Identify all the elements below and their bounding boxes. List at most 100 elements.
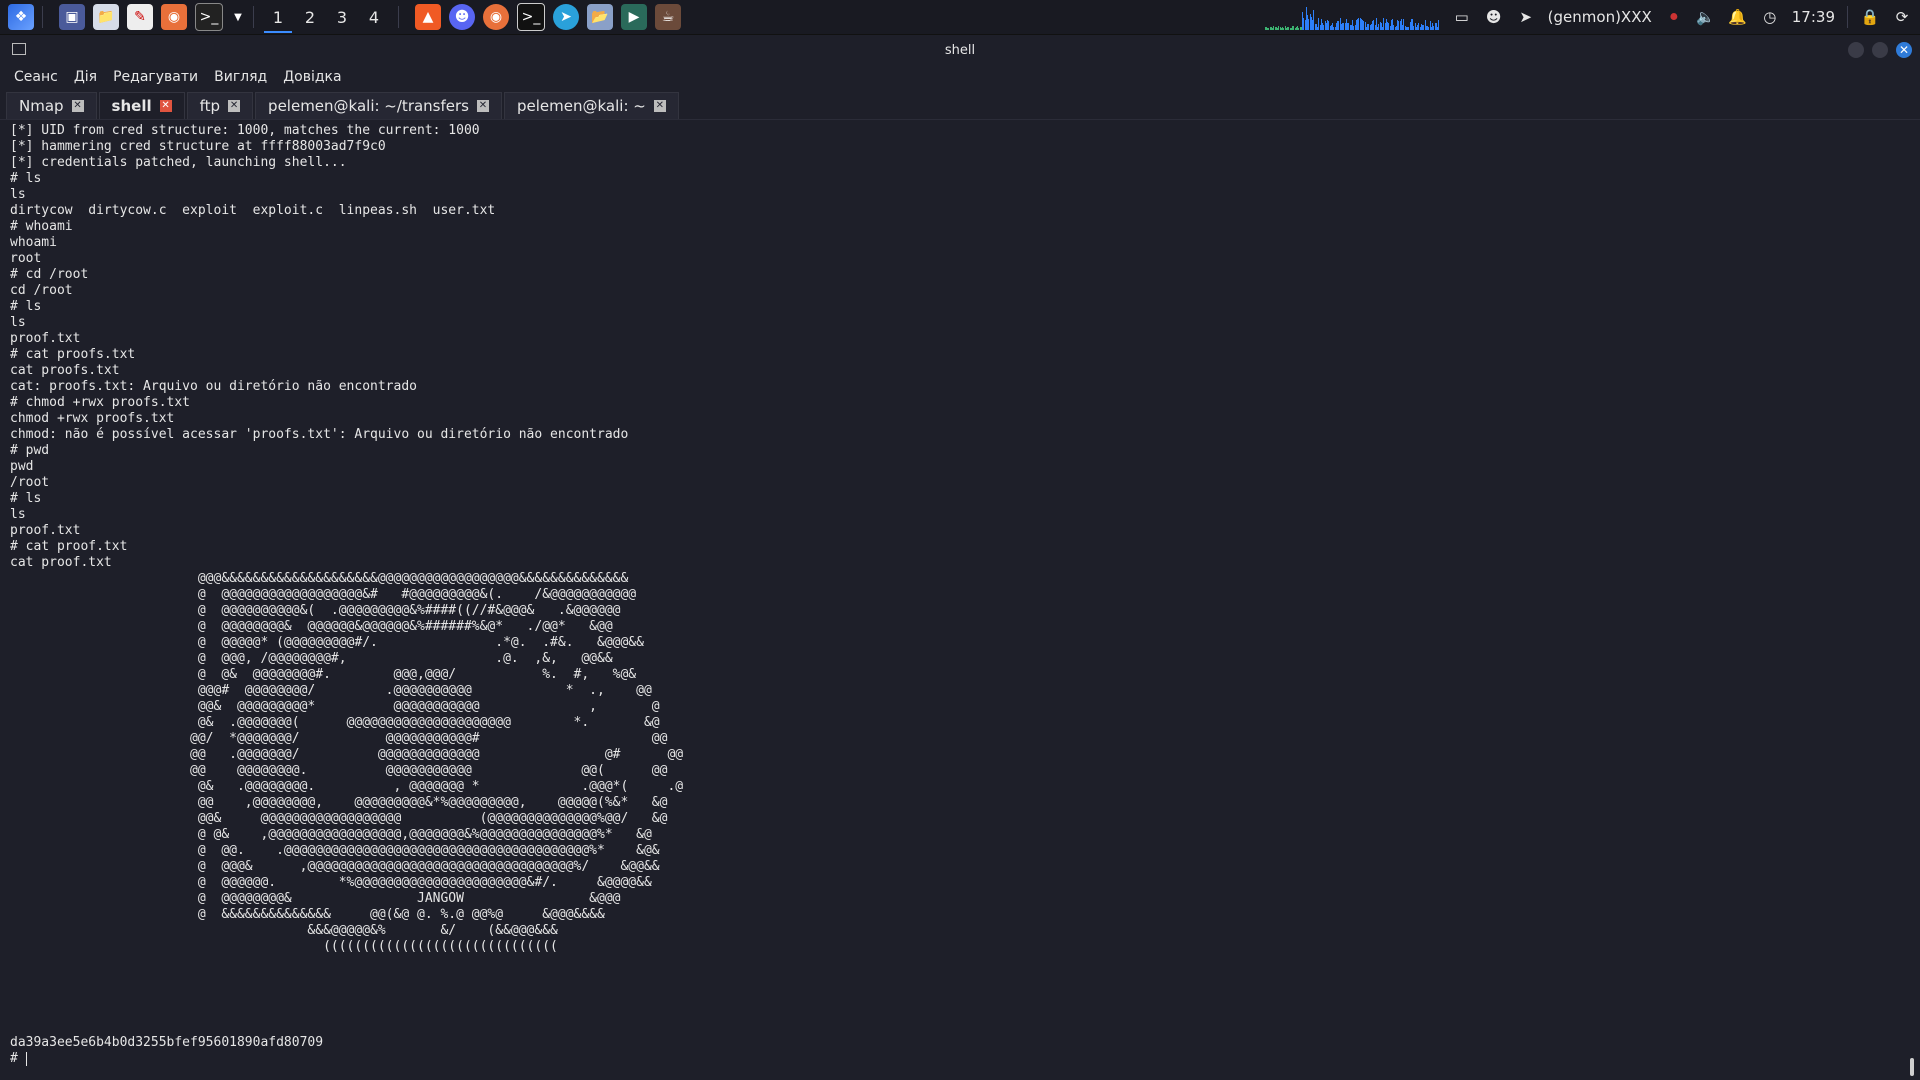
menu-help[interactable]: Довідка xyxy=(283,69,341,85)
tab-ftp[interactable]: ftp ✕ xyxy=(186,92,254,119)
terminal-line: # pwd xyxy=(10,443,50,458)
panel-separator xyxy=(1847,6,1848,28)
terminal-line: @ @& ,@@@@@@@@@@@@@@@@@,@@@@@@@&%@@@@@@@… xyxy=(10,827,652,842)
files-window-icon[interactable]: 📂 xyxy=(587,4,613,30)
workspace-1[interactable]: 1 xyxy=(262,0,294,35)
network-graph xyxy=(1264,4,1440,30)
workspace-2[interactable]: 2 xyxy=(294,0,326,35)
workspace-3[interactable]: 3 xyxy=(326,0,358,35)
terminal-prompt[interactable]: # xyxy=(10,1051,1900,1067)
terminal-line: proof.txt xyxy=(10,331,81,346)
close-tab-icon[interactable]: ✕ xyxy=(71,100,84,112)
terminal-line: @@@&&&&&&&&&&&&&&&&&&&&@@@@@@@@@@@@@@@@@… xyxy=(10,571,629,586)
menu-bar: Сеанс Дія Редагувати Вигляд Довідка xyxy=(0,65,1920,89)
terminal-line: # chmod +rwx proofs.txt xyxy=(10,395,191,410)
close-tab-icon[interactable]: ✕ xyxy=(653,100,666,112)
tab-nmap[interactable]: Nmap ✕ xyxy=(6,92,97,119)
logout-icon[interactable]: ⟳ xyxy=(1892,7,1912,27)
close-tab-icon[interactable]: ✕ xyxy=(228,100,241,112)
menu-view[interactable]: Вигляд xyxy=(214,69,267,85)
notification-bell-icon[interactable]: 🔔 xyxy=(1728,7,1748,27)
terminal-line: # cat proof.txt xyxy=(10,539,128,554)
terminal-line: @ @@@@@@@@& @@@@@@&@@@@@@&%######%&@* ./… xyxy=(10,619,613,634)
text-cursor xyxy=(25,1051,27,1066)
lock-icon[interactable]: 🔒 xyxy=(1860,7,1880,27)
burp-icon[interactable]: ☕ xyxy=(655,4,681,30)
minimize-button[interactable] xyxy=(1848,42,1864,58)
close-tab-icon[interactable]: ✕ xyxy=(477,100,489,112)
text-editor-icon[interactable]: ✎ xyxy=(127,4,153,30)
prompt-text: # xyxy=(10,1051,26,1066)
microphone-muted-icon[interactable]: ⚫ xyxy=(1664,7,1684,27)
firefox-icon[interactable]: ◉ xyxy=(161,4,187,30)
terminal-line: (((((((((((((((((((((((((((((( xyxy=(10,939,558,954)
menu-edit[interactable]: Редагувати xyxy=(113,69,198,85)
close-button[interactable]: ✕ xyxy=(1896,42,1912,58)
tab-home[interactable]: pelemen@kali: ~ ✕ xyxy=(504,92,679,119)
terminal-line: /root xyxy=(10,475,50,490)
terminal-line: @@& @@@@@@@@@* @@@@@@@@@@@ , @ xyxy=(10,699,660,714)
terminal-line: ls xyxy=(10,187,26,202)
terminal-line: proof.txt xyxy=(10,523,81,538)
terminal-line: @@/ *@@@@@@@/ @@@@@@@@@@@# @@ xyxy=(10,731,668,746)
kali-menu-icon[interactable]: ❖ xyxy=(8,4,34,30)
tab-label: pelemen@kali: ~ xyxy=(517,97,646,115)
menu-session[interactable]: Сеанс xyxy=(14,69,58,85)
terminal-line: @@ ,@@@@@@@@, @@@@@@@@@&*%@@@@@@@@@, @@@… xyxy=(10,795,668,810)
clock-time[interactable]: 17:39 xyxy=(1792,8,1835,26)
close-tab-icon[interactable]: ✕ xyxy=(159,100,172,112)
panel-separator xyxy=(42,6,43,28)
tab-label: pelemen@kali: ~/transfers xyxy=(268,97,469,115)
scrollbar[interactable] xyxy=(1910,1058,1914,1076)
tab-label: Nmap xyxy=(19,97,64,115)
genmon-label: (genmon)XXX xyxy=(1547,8,1652,26)
vscode-icon[interactable]: ▶ xyxy=(621,4,647,30)
terminal-line: @ @@@@@* (@@@@@@@@@#/. .*@. .#&. &@@@&& xyxy=(10,635,644,650)
telegram-icon[interactable]: ➤ xyxy=(553,4,579,30)
terminal-line: @ @@@@@@@@@@@@@@@@@@&# #@@@@@@@@@&(. /&@… xyxy=(10,587,637,602)
file-manager-icon[interactable]: 📁 xyxy=(93,4,119,30)
terminal-line: # whoami xyxy=(10,219,73,234)
desktop-icon[interactable]: ▣ xyxy=(59,4,85,30)
maximize-button[interactable] xyxy=(1872,42,1888,58)
panel-separator xyxy=(398,6,399,28)
terminal-line: @@& @@@@@@@@@@@@@@@@@@ (@@@@@@@@@@@@@@%@… xyxy=(10,811,668,826)
terminal-icon[interactable]: >_ xyxy=(195,3,223,31)
terminal-line: ls xyxy=(10,507,26,522)
terminal-line: cat: proofs.txt: Arquivo ou diretório nã… xyxy=(10,379,417,394)
terminal-line: # cd /root xyxy=(10,267,89,282)
discord-icon[interactable]: ☻ xyxy=(449,4,475,30)
terminal-line: [*] hammering cred structure at ffff8800… xyxy=(10,139,386,154)
terminal-line: @ @& @@@@@@@@#. @@@,@@@/ %. #, %@& xyxy=(10,667,637,682)
brave-browser-icon[interactable]: ▲ xyxy=(415,4,441,30)
window-menu-icon[interactable] xyxy=(12,43,26,55)
volume-icon[interactable]: 🔈 xyxy=(1696,7,1716,27)
terminal-line: # ls xyxy=(10,299,42,314)
terminal-line: root xyxy=(10,251,42,266)
terminal-line: @@ @@@@@@@@. @@@@@@@@@@@ @@( @@ xyxy=(10,763,668,778)
terminal-line: chmod +rwx proofs.txt xyxy=(10,411,175,426)
workspace-4[interactable]: 4 xyxy=(358,0,390,35)
window-title: shell xyxy=(944,42,976,58)
tab-label: shell xyxy=(111,97,152,115)
tab-transfers[interactable]: pelemen@kali: ~/transfers ✕ xyxy=(255,92,502,119)
terminal-line: pwd xyxy=(10,459,34,474)
window-titlebar[interactable]: shell ✕ xyxy=(0,35,1920,65)
screen-icon[interactable]: ▭ xyxy=(1452,7,1472,27)
firefox-window-icon[interactable]: ◉ xyxy=(483,4,509,30)
menu-action[interactable]: Дія xyxy=(74,69,97,85)
telegram-tray-icon[interactable]: ➤ xyxy=(1516,7,1536,27)
chevron-down-icon[interactable]: ▼ xyxy=(231,4,245,30)
terminal-window-icon[interactable]: >_ xyxy=(517,3,545,31)
terminal-line: @& .@@@@@@@( @@@@@@@@@@@@@@@@@@@@@ *. &@ xyxy=(10,715,660,730)
terminal-line: @& .@@@@@@@@. , @@@@@@@ * .@@@*( .@ xyxy=(10,779,684,794)
terminal-line: dirtycow dirtycow.c exploit exploit.c li… xyxy=(10,203,496,218)
discord-tray-icon[interactable]: ☻ xyxy=(1484,7,1504,27)
terminal-output[interactable]: [*] UID from cred structure: 1000, match… xyxy=(10,123,1900,1073)
tab-shell[interactable]: shell ✕ xyxy=(98,92,185,119)
tab-label: ftp xyxy=(199,97,221,115)
terminal-line: @ @@@@@@@@@@&( .@@@@@@@@@&%####((//#&@@@… xyxy=(10,603,621,618)
